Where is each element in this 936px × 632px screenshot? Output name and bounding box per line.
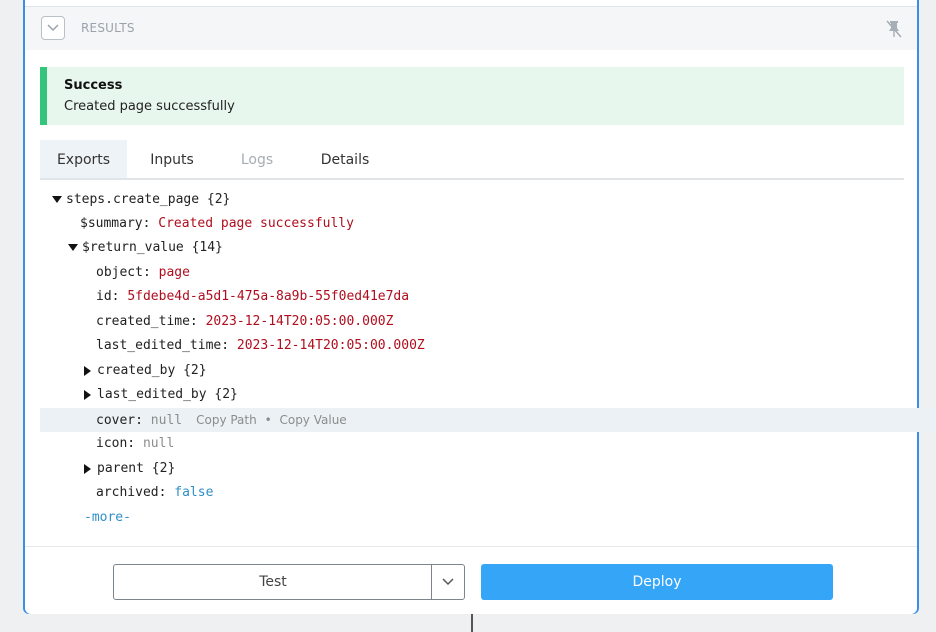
caret-right-icon[interactable] [84, 389, 91, 400]
tree-node-return-value[interactable]: $return_value {14} [40, 236, 932, 260]
caret-right-icon[interactable] [84, 365, 91, 376]
tree-node-last-edited-by[interactable]: last_edited_by {2} [40, 383, 936, 407]
tree-row-cover[interactable]: cover: null Copy Path • Copy Value [40, 408, 936, 432]
icon-value: null [142, 436, 175, 451]
caret-down-icon[interactable] [68, 244, 78, 251]
tree-row-icon: icon: null [40, 432, 936, 456]
tab-exports[interactable]: Exports [40, 140, 127, 178]
tree-row-id: id: 5fdebe4d-a5d1-475a-8a9b-55f0ed41e7da [40, 285, 936, 309]
results-header: RESULTS [25, 6, 917, 50]
chevron-down-icon [47, 24, 59, 32]
node-count: {2} [206, 192, 231, 207]
tree-row-last-edited-time: last_edited_time: 2023-12-14T20:05:00.00… [40, 334, 936, 358]
cover-key: cover: [96, 413, 143, 428]
alert-message: Created page successfully [64, 99, 235, 114]
return-count: {14} [191, 240, 223, 255]
collapse-button[interactable] [41, 16, 65, 40]
chevron-down-icon [442, 578, 454, 586]
created-by-count: {2} [183, 363, 207, 378]
archived-value: false [174, 485, 214, 500]
footer-bar: Test Deploy [25, 546, 917, 614]
success-alert: Success Created page successfully [40, 67, 904, 125]
tree-node-created-by[interactable]: created_by {2} [40, 359, 936, 383]
tree-node-root[interactable]: steps.create_page {2} [40, 188, 916, 212]
tab-inputs[interactable]: Inputs [137, 140, 207, 178]
tree-node-parent[interactable]: parent {2} [40, 457, 936, 481]
alert-title: Success [64, 78, 123, 93]
return-key: $return_value [82, 240, 184, 255]
tree-row-created-time: created_time: 2023-12-14T20:05:00.000Z [40, 310, 936, 334]
caret-right-icon[interactable] [84, 463, 91, 474]
copy-path-link[interactable]: Copy Path [196, 413, 257, 427]
summary-value: Created page successfully [158, 216, 354, 231]
more-link[interactable]: -more- [84, 510, 131, 525]
tab-bar: Exports Inputs Logs Details [40, 140, 904, 180]
tab-details[interactable]: Details [310, 140, 380, 178]
tree-row-summary: $summary: Created page successfully [40, 212, 936, 236]
last-edited-time-value: 2023-12-14T20:05:00.000Z [236, 338, 425, 353]
object-key: object: [96, 265, 151, 280]
tree-row-archived: archived: false [40, 481, 936, 505]
test-dropdown-toggle[interactable] [431, 565, 464, 599]
results-title: RESULTS [81, 21, 135, 35]
created-time-value: 2023-12-14T20:05:00.000Z [205, 314, 394, 329]
cover-value: null [150, 413, 183, 428]
created-time-key: created_time: [96, 314, 198, 329]
last-edited-time-key: last_edited_time: [96, 338, 230, 353]
copy-separator: • [264, 413, 272, 427]
parent-key: parent [97, 461, 144, 476]
test-button-group: Test [113, 564, 465, 600]
deploy-button[interactable]: Deploy [481, 564, 833, 600]
summary-key: $summary: [80, 216, 151, 231]
last-edited-by-key: last_edited_by [97, 387, 207, 402]
parent-count: {2} [151, 461, 176, 476]
icon-key: icon: [96, 436, 136, 451]
created-by-key: created_by [97, 363, 176, 378]
results-panel: RESULTS Success Created page successfull… [23, 0, 936, 614]
archived-key: archived: [96, 485, 167, 500]
tab-logs: Logs [240, 152, 274, 168]
unpin-icon[interactable] [885, 19, 903, 39]
id-value: 5fdebe4d-a5d1-475a-8a9b-55f0ed41e7da [127, 289, 410, 304]
caret-down-icon[interactable] [52, 196, 62, 203]
node-key: steps.create_page [66, 192, 200, 207]
copy-value-link[interactable]: Copy Value [279, 413, 346, 427]
flow-connector-line [471, 614, 473, 632]
tree-row-more: -more- [40, 506, 936, 530]
last-edited-by-count: {2} [214, 387, 238, 402]
id-key: id: [96, 289, 120, 304]
object-value: page [158, 265, 190, 280]
test-button[interactable]: Test [114, 565, 432, 599]
tree-row-object: object: page [40, 261, 936, 285]
